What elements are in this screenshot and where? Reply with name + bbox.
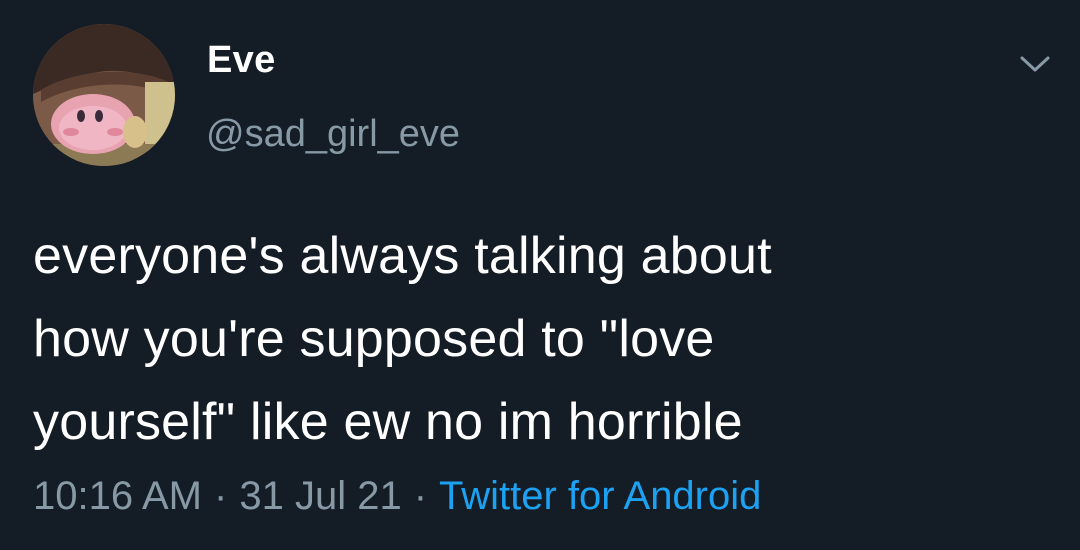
tweet-time[interactable]: 10:16 AM: [33, 474, 202, 518]
tweet-text: everyone's always talking about how you'…: [33, 215, 1033, 464]
tweet-text-line: yourself" like ew no im horrible: [33, 393, 743, 451]
avatar[interactable]: [33, 24, 175, 166]
meta-separator: ·: [214, 474, 228, 518]
tweet-meta: 10:16 AM · 31 Jul 21 · Twitter for Android: [33, 474, 761, 518]
tweet-date[interactable]: 31 Jul 21: [239, 474, 401, 518]
tweet-options-button[interactable]: [1018, 52, 1052, 76]
display-name[interactable]: Eve: [207, 41, 276, 79]
tweet-card: Eve @sad_girl_eve everyone's always talk…: [0, 0, 1080, 550]
chevron-down-icon: [1020, 56, 1050, 72]
meta-separator: ·: [413, 474, 428, 518]
kirby-avatar-icon: [33, 24, 175, 166]
tweet-text-line: everyone's always talking about: [33, 227, 772, 285]
tweet-text-line: how you're supposed to "love: [33, 310, 715, 368]
tweet-source-link[interactable]: Twitter for Android: [439, 474, 761, 518]
user-handle[interactable]: @sad_girl_eve: [206, 115, 460, 153]
